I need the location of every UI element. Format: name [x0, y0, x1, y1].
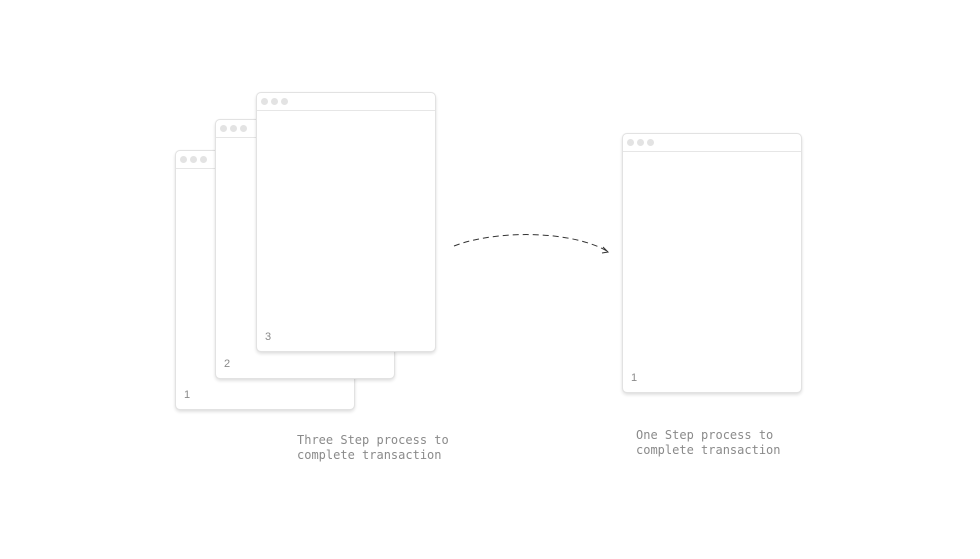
window-dot-icon [220, 125, 227, 132]
right-caption-line-1: One Step process to [636, 428, 774, 442]
left-caption: Three Step process to complete transacti… [297, 433, 449, 463]
dashed-arrow-icon [453, 234, 610, 254]
window-titlebar [257, 93, 435, 111]
left-caption-line-1: Three Step process to [297, 433, 449, 447]
window-step-3: 3 [256, 92, 436, 352]
window-single-step: 1 [622, 133, 802, 393]
left-caption-line-2: complete transaction [297, 448, 442, 462]
step-number: 3 [265, 331, 272, 343]
step-number: 1 [631, 372, 638, 384]
window-dot-icon [240, 125, 247, 132]
window-dot-icon [190, 156, 197, 163]
window-dot-icon [637, 139, 644, 146]
window-dot-icon [230, 125, 237, 132]
window-dot-icon [180, 156, 187, 163]
window-dot-icon [281, 98, 288, 105]
window-dot-icon [627, 139, 634, 146]
window-dot-icon [261, 98, 268, 105]
window-dot-icon [271, 98, 278, 105]
right-caption: One Step process to complete transaction [636, 428, 781, 458]
diagram-canvas: 1 2 3 Three Step process to complete tra… [0, 0, 980, 559]
right-caption-line-2: complete transaction [636, 443, 781, 457]
window-titlebar [623, 134, 801, 152]
window-dot-icon [647, 139, 654, 146]
window-dot-icon [200, 156, 207, 163]
step-number: 2 [224, 358, 231, 370]
step-number: 1 [184, 389, 191, 401]
